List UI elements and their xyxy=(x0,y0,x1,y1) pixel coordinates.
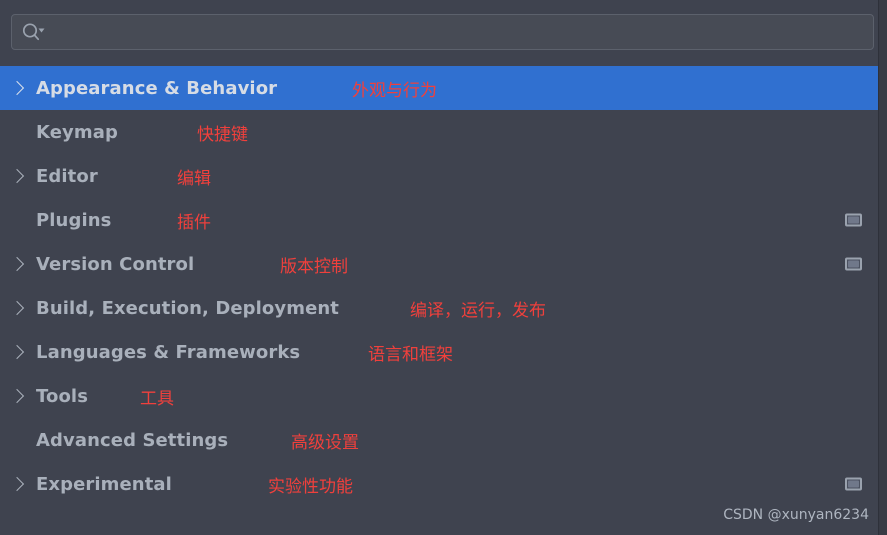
annotation-label: 编译，运行，发布 xyxy=(410,300,546,321)
window-icon xyxy=(845,213,862,227)
annotation-label: 快捷键 xyxy=(197,124,248,145)
tree-item-plugins[interactable]: Plugins 插件 xyxy=(0,198,878,242)
tree-item-appearance-behavior[interactable]: Appearance & Behavior 外观与行为 xyxy=(0,66,878,110)
settings-tree: Appearance & Behavior 外观与行为 Keymap 快捷键 Edito… xyxy=(0,66,878,528)
watermark: CSDN @xunyan6234 xyxy=(723,507,869,523)
chevron-right-icon xyxy=(9,476,25,492)
expand-chevron-icon[interactable] xyxy=(0,462,36,506)
annotation-label: 编辑 xyxy=(177,168,211,189)
chevron-right-icon xyxy=(9,168,25,184)
chevron-right-icon xyxy=(9,256,25,272)
right-edge-strip xyxy=(878,0,887,535)
chevron-placeholder xyxy=(0,418,36,462)
tree-item-label: Plugins xyxy=(36,209,112,231)
annotation-label: 外观与行为 xyxy=(352,80,437,101)
tree-item-label: Languages & Frameworks xyxy=(36,341,301,363)
annotation-label: 语言和框架 xyxy=(368,344,453,365)
annotation-label: 高级设置 xyxy=(291,432,359,453)
tree-item-label: Tools xyxy=(36,385,89,407)
annotation-label: 实验性功能 xyxy=(268,476,353,497)
tree-item-version-control[interactable]: Version Control 版本控制 xyxy=(0,242,878,286)
tree-item-advanced-settings[interactable]: Advanced Settings 高级设置 xyxy=(0,418,878,462)
search-input[interactable] xyxy=(47,17,873,47)
tree-item-label: Version Control xyxy=(36,253,195,275)
chevron-placeholder xyxy=(0,198,36,242)
tree-item-languages-frameworks[interactable]: Languages & Frameworks 语言和框架 xyxy=(0,330,878,374)
annotation-label: 工具 xyxy=(140,388,174,409)
expand-chevron-icon[interactable] xyxy=(0,66,36,110)
window-icon xyxy=(845,477,862,491)
tree-item-label: Experimental xyxy=(36,473,172,495)
chevron-right-icon xyxy=(9,388,25,404)
tree-item-label: Build, Execution, Deployment xyxy=(36,297,340,319)
expand-chevron-icon[interactable] xyxy=(0,330,36,374)
annotation-label: 版本控制 xyxy=(280,256,348,277)
search-icon[interactable] xyxy=(21,22,47,42)
expand-chevron-icon[interactable] xyxy=(0,286,36,330)
annotation-label: 插件 xyxy=(177,212,211,233)
tree-item-label: Appearance & Behavior xyxy=(36,77,278,99)
tree-item-tools[interactable]: Tools 工具 xyxy=(0,374,878,418)
chevron-placeholder xyxy=(0,110,36,154)
tree-item-label: Advanced Settings xyxy=(36,429,229,451)
chevron-right-icon xyxy=(9,80,25,96)
expand-chevron-icon[interactable] xyxy=(0,154,36,198)
expand-chevron-icon[interactable] xyxy=(0,242,36,286)
tree-item-label: Editor xyxy=(36,165,98,187)
chevron-right-icon xyxy=(9,300,25,316)
tree-item-label: Keymap xyxy=(36,121,118,143)
expand-chevron-icon[interactable] xyxy=(0,374,36,418)
tree-item-editor[interactable]: Editor 编辑 xyxy=(0,154,878,198)
tree-item-build-execution-deployment[interactable]: Build, Execution, Deployment 编译，运行，发布 xyxy=(0,286,878,330)
tree-item-experimental[interactable]: Experimental 实验性功能 xyxy=(0,462,878,506)
search-bar[interactable] xyxy=(11,14,874,50)
chevron-right-icon xyxy=(9,344,25,360)
window-icon xyxy=(845,257,862,271)
tree-item-keymap[interactable]: Keymap 快捷键 xyxy=(0,110,878,154)
